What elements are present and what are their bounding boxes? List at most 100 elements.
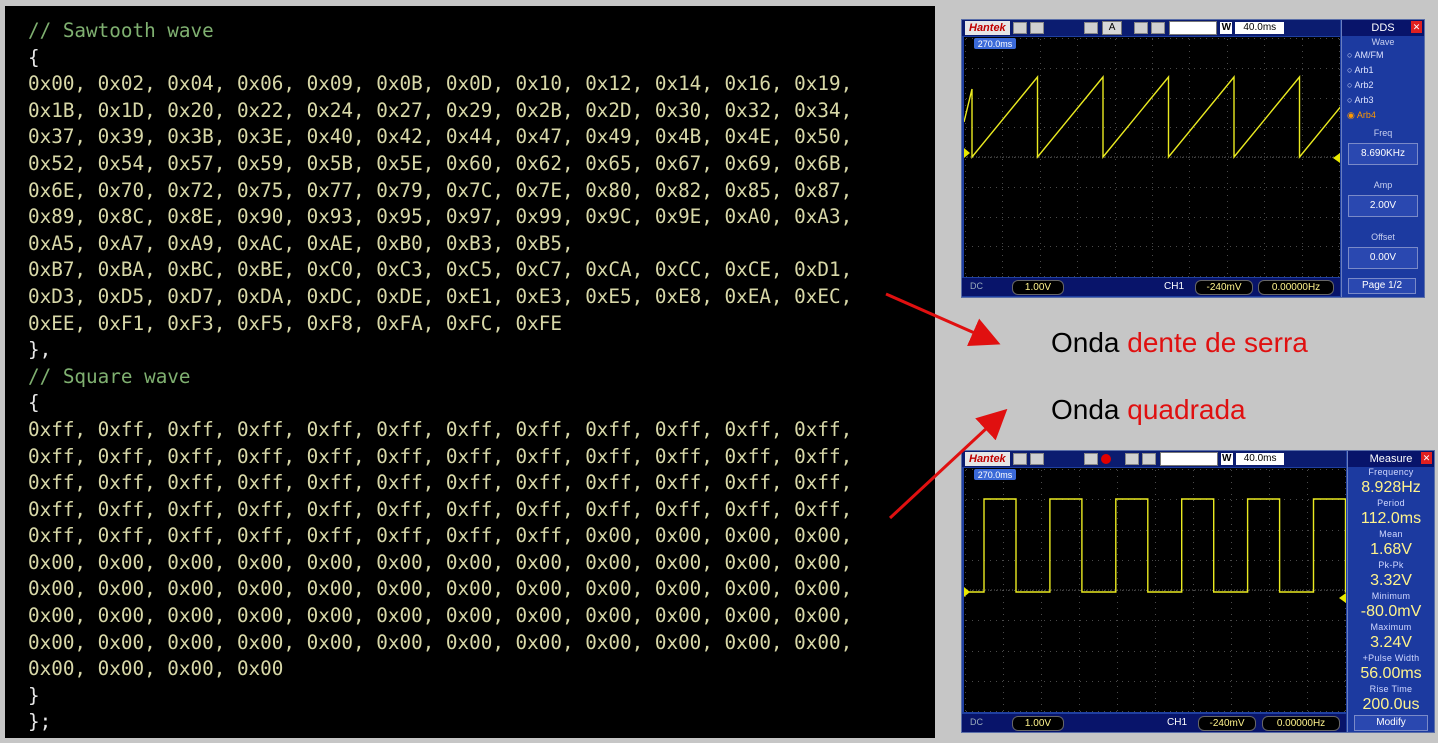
grid-dot (1152, 246, 1153, 247)
grid-dot (1200, 38, 1201, 39)
save-icon[interactable] (1134, 22, 1149, 34)
modify-button[interactable]: Modify (1354, 715, 1428, 731)
grid-dot (1092, 276, 1093, 277)
grid-dot (1115, 207, 1116, 208)
print-icon[interactable] (1151, 22, 1166, 34)
grid-dot (1152, 273, 1153, 274)
grid-dot (1110, 127, 1111, 128)
grid-dot (1212, 651, 1213, 652)
grid-dot (1068, 157, 1069, 158)
trigger-level-readout[interactable]: -240mV (1198, 716, 1256, 731)
measurement-label: +Pulse Width (1362, 653, 1420, 663)
window-mode-icon[interactable]: W (1220, 22, 1233, 34)
amp-value[interactable]: 2.00V (1348, 195, 1418, 217)
grid-dot (1158, 620, 1159, 621)
grid-dot (1077, 117, 1078, 118)
grid-dot (1284, 651, 1285, 652)
grid-dot (1227, 255, 1228, 256)
freq-value[interactable]: 8.690KHz (1348, 143, 1418, 165)
wave-icon[interactable] (1012, 453, 1027, 465)
wave-option-am-fm[interactable]: ○ AM/FM (1342, 48, 1424, 63)
wave-icon[interactable] (1012, 22, 1027, 34)
measurement-value: 56.00ms (1360, 665, 1422, 682)
grid-dot (1200, 98, 1201, 99)
grid-dot (1231, 500, 1232, 501)
wave-option-arb3[interactable]: ○ Arb3 (1342, 93, 1424, 108)
grid-dot (1242, 620, 1243, 621)
grid-dot (1193, 608, 1194, 609)
grid-dot (1079, 596, 1080, 597)
grid-dot (1158, 469, 1159, 470)
grid-dot (1115, 171, 1116, 172)
grid-dot (1290, 38, 1291, 39)
grid-dot (1264, 141, 1265, 142)
settings-icon[interactable] (1029, 453, 1044, 465)
grid-dot (1227, 213, 1228, 214)
grid-dot (966, 276, 967, 277)
grid-dot (1074, 98, 1075, 99)
grid-dot (965, 626, 966, 627)
grid-dot (1345, 692, 1346, 693)
grid-dot (1194, 157, 1195, 158)
grid-dot (1182, 620, 1183, 621)
offset-value[interactable]: 0.00V (1348, 247, 1418, 269)
trigger-mode-button[interactable]: A (1101, 21, 1123, 35)
grid-dot (1260, 68, 1261, 69)
measure-side-panel: Measure ✕ Frequency 8.928Hz Period 112.0ms M… (1347, 451, 1434, 732)
grid-dot (1155, 482, 1156, 483)
grid-dot (1182, 681, 1183, 682)
grid-dot (1122, 68, 1123, 69)
grid-dot (1230, 530, 1231, 531)
grid-dot (1278, 530, 1279, 531)
grid-dot (1014, 217, 1015, 218)
close-icon[interactable]: ✕ (1411, 21, 1422, 33)
grid-dot (1117, 512, 1118, 513)
grid-dot (1079, 680, 1080, 681)
grid-dot (1040, 105, 1041, 106)
grid-dot (1164, 711, 1165, 712)
grid-dot (1002, 159, 1003, 160)
wave-option-arb4[interactable]: ◉ Arb4 (1342, 108, 1424, 123)
square-waveform-plot: 270.0ms (964, 469, 1346, 712)
grid-dot (1269, 650, 1270, 651)
grid-dot (1158, 590, 1159, 591)
grid-dot (1110, 217, 1111, 218)
wave-option-arb2[interactable]: ○ Arb2 (1342, 78, 1424, 93)
grid-dot (1026, 499, 1027, 500)
grid-dot (1080, 217, 1081, 218)
grid-dot (1077, 87, 1078, 88)
trigger-icon[interactable] (1083, 453, 1098, 465)
print-icon[interactable] (1141, 453, 1156, 465)
page-button[interactable]: Page 1/2 (1348, 278, 1416, 294)
channel-volts-readout[interactable]: 1.00V (1012, 716, 1064, 731)
grid-dot (1236, 127, 1237, 128)
grid-dot (1056, 620, 1057, 621)
grid-dot (1044, 157, 1045, 158)
record-icon[interactable] (1100, 454, 1111, 464)
window-mode-icon[interactable]: W (1220, 453, 1233, 465)
wave-option-arb1[interactable]: ○ Arb1 (1342, 63, 1424, 78)
grid-dot (1098, 560, 1099, 561)
grid-dot (965, 686, 966, 687)
grid-dot (1008, 711, 1009, 712)
grid-dot (1117, 500, 1118, 501)
trigger-level-readout[interactable]: -240mV (1195, 280, 1253, 295)
channel-volts-readout[interactable]: 1.00V (1012, 280, 1064, 295)
grid-dot (1079, 470, 1080, 471)
close-icon[interactable]: ✕ (1421, 452, 1432, 464)
grid-dot (1164, 620, 1165, 621)
grid-dot (1152, 177, 1153, 178)
grid-dot (1338, 681, 1339, 682)
grid-dot (1230, 469, 1231, 470)
save-icon[interactable] (1124, 453, 1139, 465)
grid-dot (1056, 68, 1057, 69)
grid-dot (965, 165, 966, 166)
settings-icon[interactable] (1029, 22, 1044, 34)
grid-dot (965, 680, 966, 681)
grid-dot (1264, 99, 1265, 100)
grid-dot (1040, 231, 1041, 232)
trigger-icon[interactable] (1083, 22, 1098, 34)
grid-dot (1339, 87, 1340, 88)
grid-dot (1302, 231, 1303, 232)
grid-dot (1062, 560, 1063, 561)
